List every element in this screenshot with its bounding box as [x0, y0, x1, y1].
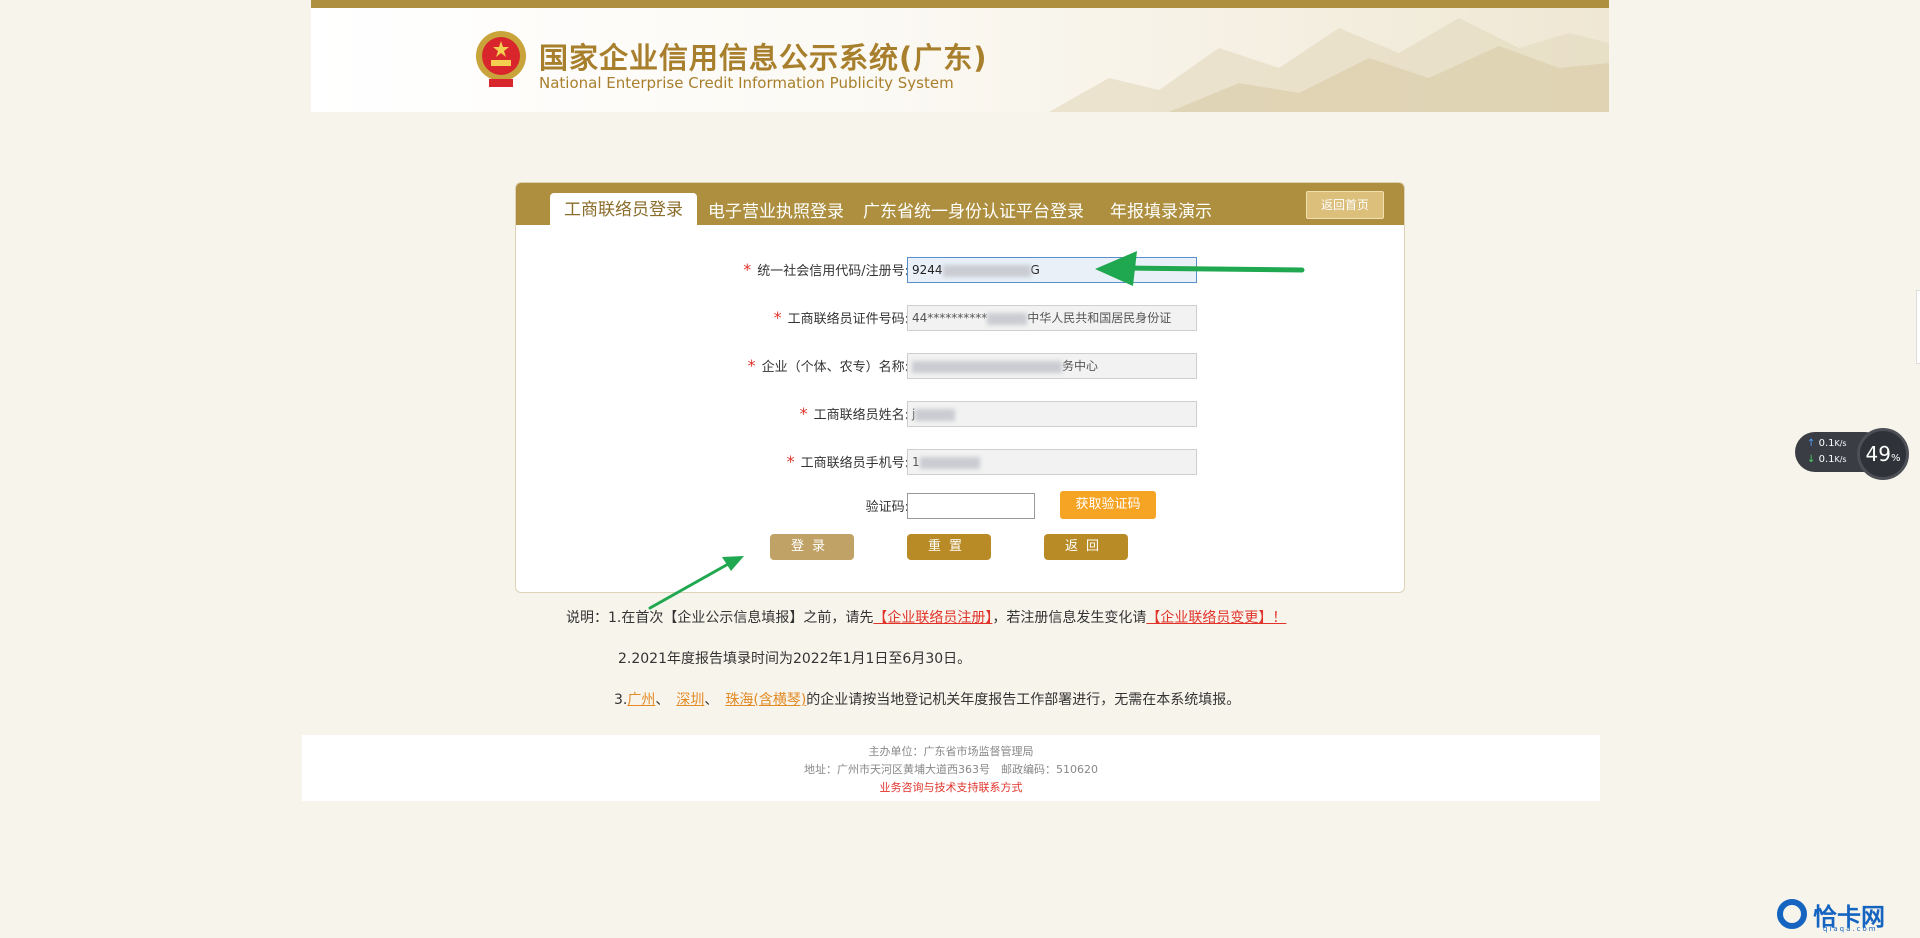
contact-phone-row: * 工商联络员手机号: 1	[516, 447, 1404, 475]
captcha-label: 验证码:	[865, 500, 909, 515]
header-top-bar	[311, 0, 1609, 8]
footer-contact-link[interactable]: 业务咨询与技术支持联系方式	[302, 779, 1600, 797]
watermark-domain: qiaqa.com	[1823, 925, 1878, 933]
reset-button[interactable]: 重置	[907, 534, 991, 560]
register-contact-link[interactable]: 【企业联络员注册】	[873, 610, 992, 626]
note-line-1: 说明：1.在首次【企业公示信息填报】之前，请先【企业联络员注册】，若注册信息发生…	[566, 610, 1287, 626]
redacted-text	[919, 456, 980, 469]
site-watermark: 恰卡网 qiaqa.com	[1777, 897, 1917, 935]
enterprise-name-label: 企业（个体、农专）名称:	[761, 360, 909, 375]
required-mark: *	[786, 452, 795, 471]
required-mark: *	[747, 356, 756, 375]
credit-code-row: * 统一社会信用代码/注册号: 9244 G	[516, 255, 1404, 283]
redacted-text	[987, 312, 1028, 325]
mountain-decoration	[1049, 18, 1609, 112]
site-title: 国家企业信用信息公示系统(广东)	[539, 41, 988, 75]
guangzhou-link[interactable]: 广州	[627, 692, 655, 708]
back-button[interactable]: 返回	[1044, 534, 1128, 560]
get-code-button[interactable]: 获取验证码	[1060, 491, 1156, 519]
required-mark: *	[743, 260, 752, 279]
contact-name-input[interactable]: j	[907, 401, 1197, 427]
redacted-text	[942, 264, 1031, 277]
captcha-input[interactable]	[907, 493, 1035, 519]
contact-name-label: 工商联络员姓名:	[813, 408, 909, 423]
network-speed-widget[interactable]: ↑ 0.1K/s ↓ 0.1K/s 49%	[1795, 428, 1911, 480]
tab-e-license-login[interactable]: 电子营业执照登录	[708, 197, 844, 222]
required-mark: *	[773, 308, 782, 327]
change-contact-link[interactable]: 【企业联络员变更】！	[1146, 610, 1286, 626]
zhuhai-link[interactable]: 珠海(含横琴)	[725, 692, 806, 708]
login-tabbar: 工商联络员登录 电子营业执照登录 广东省统一身份认证平台登录 年报填录演示 返回…	[516, 183, 1404, 225]
download-arrow-icon: ↓	[1807, 454, 1816, 465]
national-emblem-icon	[476, 31, 526, 87]
upload-speed: 0.1	[1818, 438, 1835, 449]
note-line-3: 3.广州、 深圳、 珠海(含横琴)的企业请按当地登记机关年度报告工作部署进行，无…	[614, 692, 1241, 708]
watermark-logo-icon	[1777, 899, 1807, 929]
tab-unified-auth-login[interactable]: 广东省统一身份认证平台登录	[863, 197, 1084, 222]
site-subtitle: National Enterprise Credit Information P…	[539, 74, 954, 92]
side-drawer-handle[interactable]	[1916, 290, 1920, 364]
login-button[interactable]: 登录	[770, 534, 854, 560]
contact-phone-label: 工商联络员手机号:	[800, 456, 909, 471]
download-speed: 0.1	[1818, 454, 1835, 465]
id-number-row: * 工商联络员证件号码: 44********** 中华人民共和国居民身份证	[516, 303, 1404, 331]
id-number-input[interactable]: 44********** 中华人民共和国居民身份证	[907, 305, 1197, 331]
redacted-text	[915, 408, 956, 421]
note-line-2: 2.2021年度报告填录时间为2022年1月1日至6月30日。	[618, 651, 972, 667]
required-mark: *	[799, 404, 808, 423]
credit-code-input[interactable]: 9244 G	[907, 257, 1197, 283]
site-header: 国家企业信用信息公示系统(广东) National Enterprise Cre…	[311, 0, 1609, 112]
enterprise-name-input[interactable]: 务中心	[907, 353, 1197, 379]
contact-phone-input[interactable]: 1	[907, 449, 1197, 475]
credit-code-label: 统一社会信用代码/注册号:	[757, 264, 909, 279]
contact-name-row: * 工商联络员姓名: j	[516, 399, 1404, 427]
upload-arrow-icon: ↑	[1807, 438, 1816, 449]
footer-address: 地址：广州市天河区黄埔大道西363号 邮政编码：510620	[804, 763, 1098, 776]
enterprise-name-row: * 企业（个体、农专）名称: 务中心	[516, 351, 1404, 379]
shenzhen-link[interactable]: 深圳	[676, 692, 704, 708]
memory-percent-gauge: 49%	[1857, 428, 1909, 480]
back-home-button[interactable]: 返回首页	[1306, 191, 1384, 219]
footer-host: 主办单位：广东省市场监督管理局	[868, 745, 1034, 758]
id-number-label: 工商联络员证件号码:	[787, 312, 909, 327]
redacted-text	[912, 360, 1062, 373]
login-panel: 工商联络员登录 电子营业执照登录 广东省统一身份认证平台登录 年报填录演示 返回…	[515, 182, 1405, 593]
captcha-row: 验证码: 获取验证码	[516, 491, 1404, 519]
tab-contact-login[interactable]: 工商联络员登录	[550, 193, 697, 225]
site-footer: 主办单位：广东省市场监督管理局 地址：广州市天河区黄埔大道西363号 邮政编码：…	[302, 735, 1600, 801]
tab-annual-report-demo[interactable]: 年报填录演示	[1110, 197, 1212, 222]
